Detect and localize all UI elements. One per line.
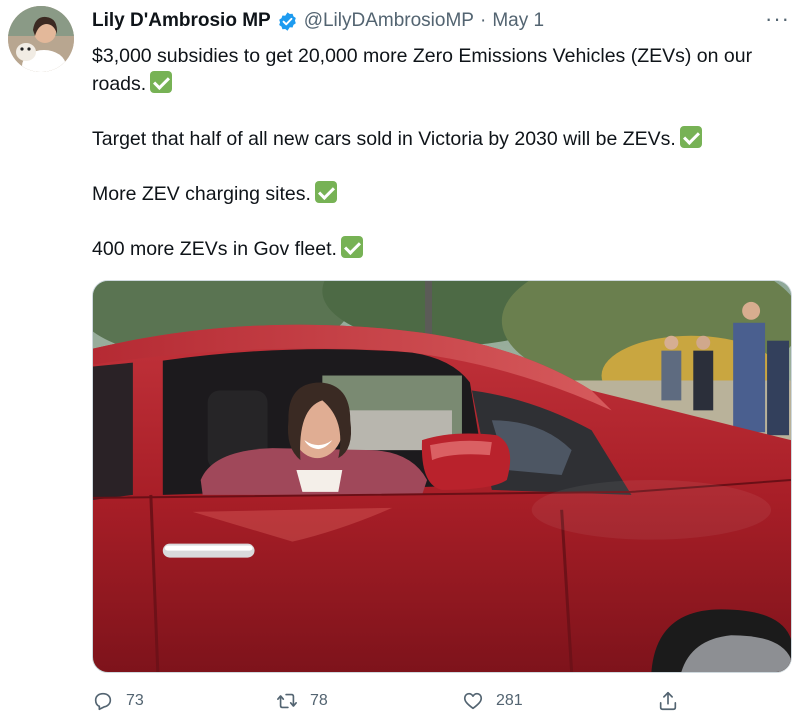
like-button[interactable]: 281: [462, 690, 523, 712]
share-button[interactable]: [657, 690, 679, 712]
tweet-photo[interactable]: [92, 280, 792, 673]
tweet-paragraph: Target that half of all new cars sold in…: [92, 125, 782, 153]
check-mark-button-icon: [679, 126, 702, 148]
tweet-card[interactable]: Lily D'Ambrosio MP @LilyDAmbrosioMP · Ma…: [0, 0, 800, 727]
tweet-paragraph-text: More ZEV charging sites.: [92, 183, 311, 205]
header-separator: ·: [479, 10, 487, 31]
check-mark-button-icon: [340, 236, 363, 258]
retweet-count: 78: [310, 692, 328, 709]
tweet-text: $3,000 subsidies to get 20,000 more Zero…: [92, 42, 782, 290]
user-handle[interactable]: @LilyDAmbrosioMP: [304, 10, 474, 32]
retweet-button[interactable]: 78: [276, 690, 328, 712]
more-options-icon[interactable]: ···: [765, 8, 790, 30]
check-mark-button-icon: [314, 181, 337, 203]
tweet-paragraph-text: 400 more ZEVs in Gov fleet.: [92, 238, 337, 260]
tweet-paragraph: More ZEV charging sites.: [92, 180, 782, 208]
heart-icon: [463, 692, 483, 710]
reply-count: 73: [126, 692, 144, 709]
tweet-paragraph-text: Target that half of all new cars sold in…: [92, 128, 676, 150]
check-mark-button-icon: [150, 71, 173, 93]
tweet-actions: 73 78 281: [92, 690, 692, 720]
like-count: 281: [496, 692, 523, 709]
reply-button[interactable]: 73: [92, 690, 144, 712]
avatar-image: [8, 6, 74, 72]
tweet-date[interactable]: May 1: [492, 10, 544, 32]
display-name[interactable]: Lily D'Ambrosio MP: [92, 10, 271, 32]
reply-icon: [94, 692, 112, 711]
tweet-paragraph: 400 more ZEVs in Gov fleet.: [92, 235, 782, 263]
tweet-paragraph-text: $3,000 subsidies to get 20,000 more Zero…: [92, 45, 753, 95]
verified-badge-icon: [278, 11, 296, 31]
tweet-header: Lily D'Ambrosio MP @LilyDAmbrosioMP · Ma…: [92, 10, 760, 32]
retweet-icon: [277, 693, 297, 709]
tweet-paragraph: $3,000 subsidies to get 20,000 more Zero…: [92, 42, 782, 98]
photo-woman-in-red-car: [93, 281, 791, 672]
avatar[interactable]: [8, 6, 74, 72]
share-icon: [659, 691, 677, 711]
